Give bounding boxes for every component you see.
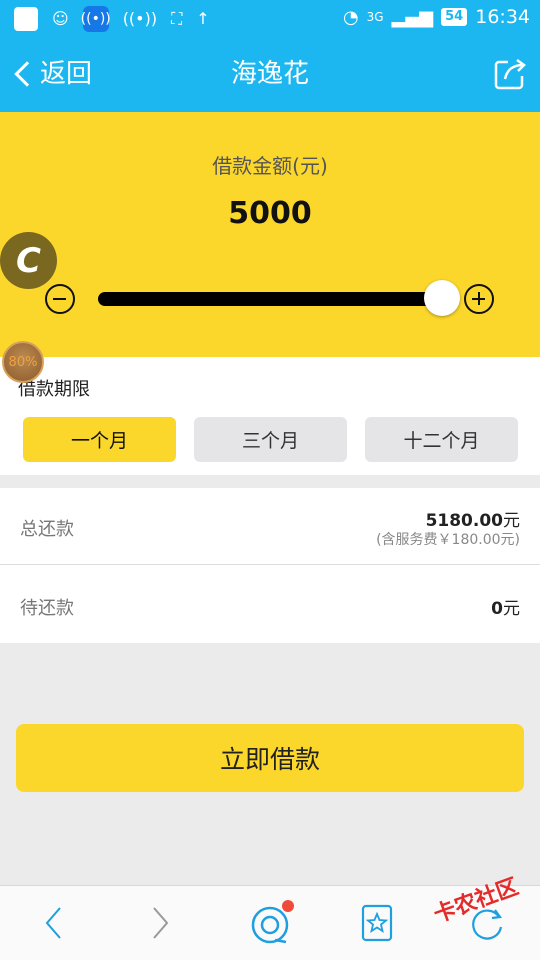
network-type: 3G bbox=[366, 10, 384, 24]
pending-repayment-row: 待还款 0元 bbox=[0, 566, 540, 643]
loan-term-section: 借款期限 一个月 三个月 十二个月 bbox=[0, 357, 540, 475]
term-option-1-month[interactable]: 一个月 bbox=[23, 417, 176, 462]
floating-c-widget[interactable]: C bbox=[0, 232, 57, 289]
wifi-icon: ◔ bbox=[342, 6, 359, 28]
total-repayment-amount: 5180.00元 bbox=[426, 506, 520, 531]
term-option-12-months[interactable]: 十二个月 bbox=[365, 417, 518, 462]
page-title: 海逸花 bbox=[230, 59, 309, 89]
apply-loan-button[interactable]: 立即借款 bbox=[16, 724, 524, 792]
repayment-section: 总还款 5180.00元 (含服务费￥180.00元) 待还款 0元 bbox=[0, 488, 540, 643]
c-logo-icon: C bbox=[16, 240, 41, 281]
home-button[interactable] bbox=[246, 900, 298, 946]
battery-level: 54 bbox=[441, 8, 468, 26]
scan-icon: ⛶ bbox=[171, 9, 183, 28]
loan-amount-value: 5000 bbox=[228, 196, 312, 231]
bookmark-star-icon bbox=[361, 904, 393, 942]
pending-repayment-unit: 元 bbox=[503, 599, 520, 619]
increase-amount-button[interactable] bbox=[464, 284, 494, 314]
hotspot-app-icon: ((•)) bbox=[81, 6, 111, 32]
upload-arrow-icon: ↑ bbox=[196, 9, 210, 28]
floating-percent-badge[interactable]: 80% bbox=[2, 341, 44, 383]
nav-back-button[interactable] bbox=[31, 900, 77, 946]
pending-repayment-amount: 0元 bbox=[491, 594, 520, 619]
amount-slider-thumb[interactable] bbox=[424, 280, 460, 316]
total-repayment-unit: 元 bbox=[503, 511, 520, 531]
share-button[interactable] bbox=[492, 56, 528, 92]
service-fee-note: (含服务费￥180.00元) bbox=[376, 532, 520, 548]
home-icon bbox=[251, 900, 294, 944]
pending-repayment-label: 待还款 bbox=[20, 598, 74, 619]
loan-amount-panel: 借款金额(元) 5000 bbox=[0, 112, 540, 357]
bookmark-button[interactable] bbox=[354, 900, 400, 946]
nav-forward-button[interactable] bbox=[137, 900, 183, 946]
clock: 16:34 bbox=[475, 6, 530, 28]
status-system: ◔ 3G ▂▄▆ 54 16:34 bbox=[343, 6, 530, 28]
total-repayment-label: 总还款 bbox=[20, 519, 74, 540]
hotspot-icon: ((•)) bbox=[122, 9, 158, 28]
total-repayment-value: 5180.00 bbox=[425, 511, 503, 531]
nav-back-icon bbox=[45, 907, 61, 939]
app-header: 返回 海逸花 bbox=[0, 36, 540, 112]
loan-amount-label: 借款金额(元) bbox=[212, 154, 328, 178]
signal-icon: ▂▄▆ bbox=[391, 6, 434, 28]
app-notification-icon bbox=[14, 7, 38, 31]
pending-repayment-value: 0 bbox=[491, 599, 503, 619]
status-bar: ☺ ((•)) ((•)) ⛶ ↑ ◔ 3G ▂▄▆ 54 16:34 bbox=[0, 0, 540, 36]
decrease-amount-button[interactable] bbox=[45, 284, 75, 314]
nav-forward-icon bbox=[153, 907, 169, 939]
notification-dot bbox=[282, 900, 294, 912]
amount-slider-track[interactable] bbox=[98, 292, 442, 306]
term-option-3-months[interactable]: 三个月 bbox=[194, 417, 347, 462]
percent-badge-text: 80% bbox=[8, 354, 38, 370]
status-notifications: ☺ ((•)) ((•)) ⛶ ↑ bbox=[14, 6, 210, 32]
emoji-notification-icon: ☺ bbox=[52, 9, 69, 28]
share-icon bbox=[494, 58, 526, 90]
total-repayment-row: 总还款 5180.00元 (含服务费￥180.00元) bbox=[0, 488, 540, 565]
